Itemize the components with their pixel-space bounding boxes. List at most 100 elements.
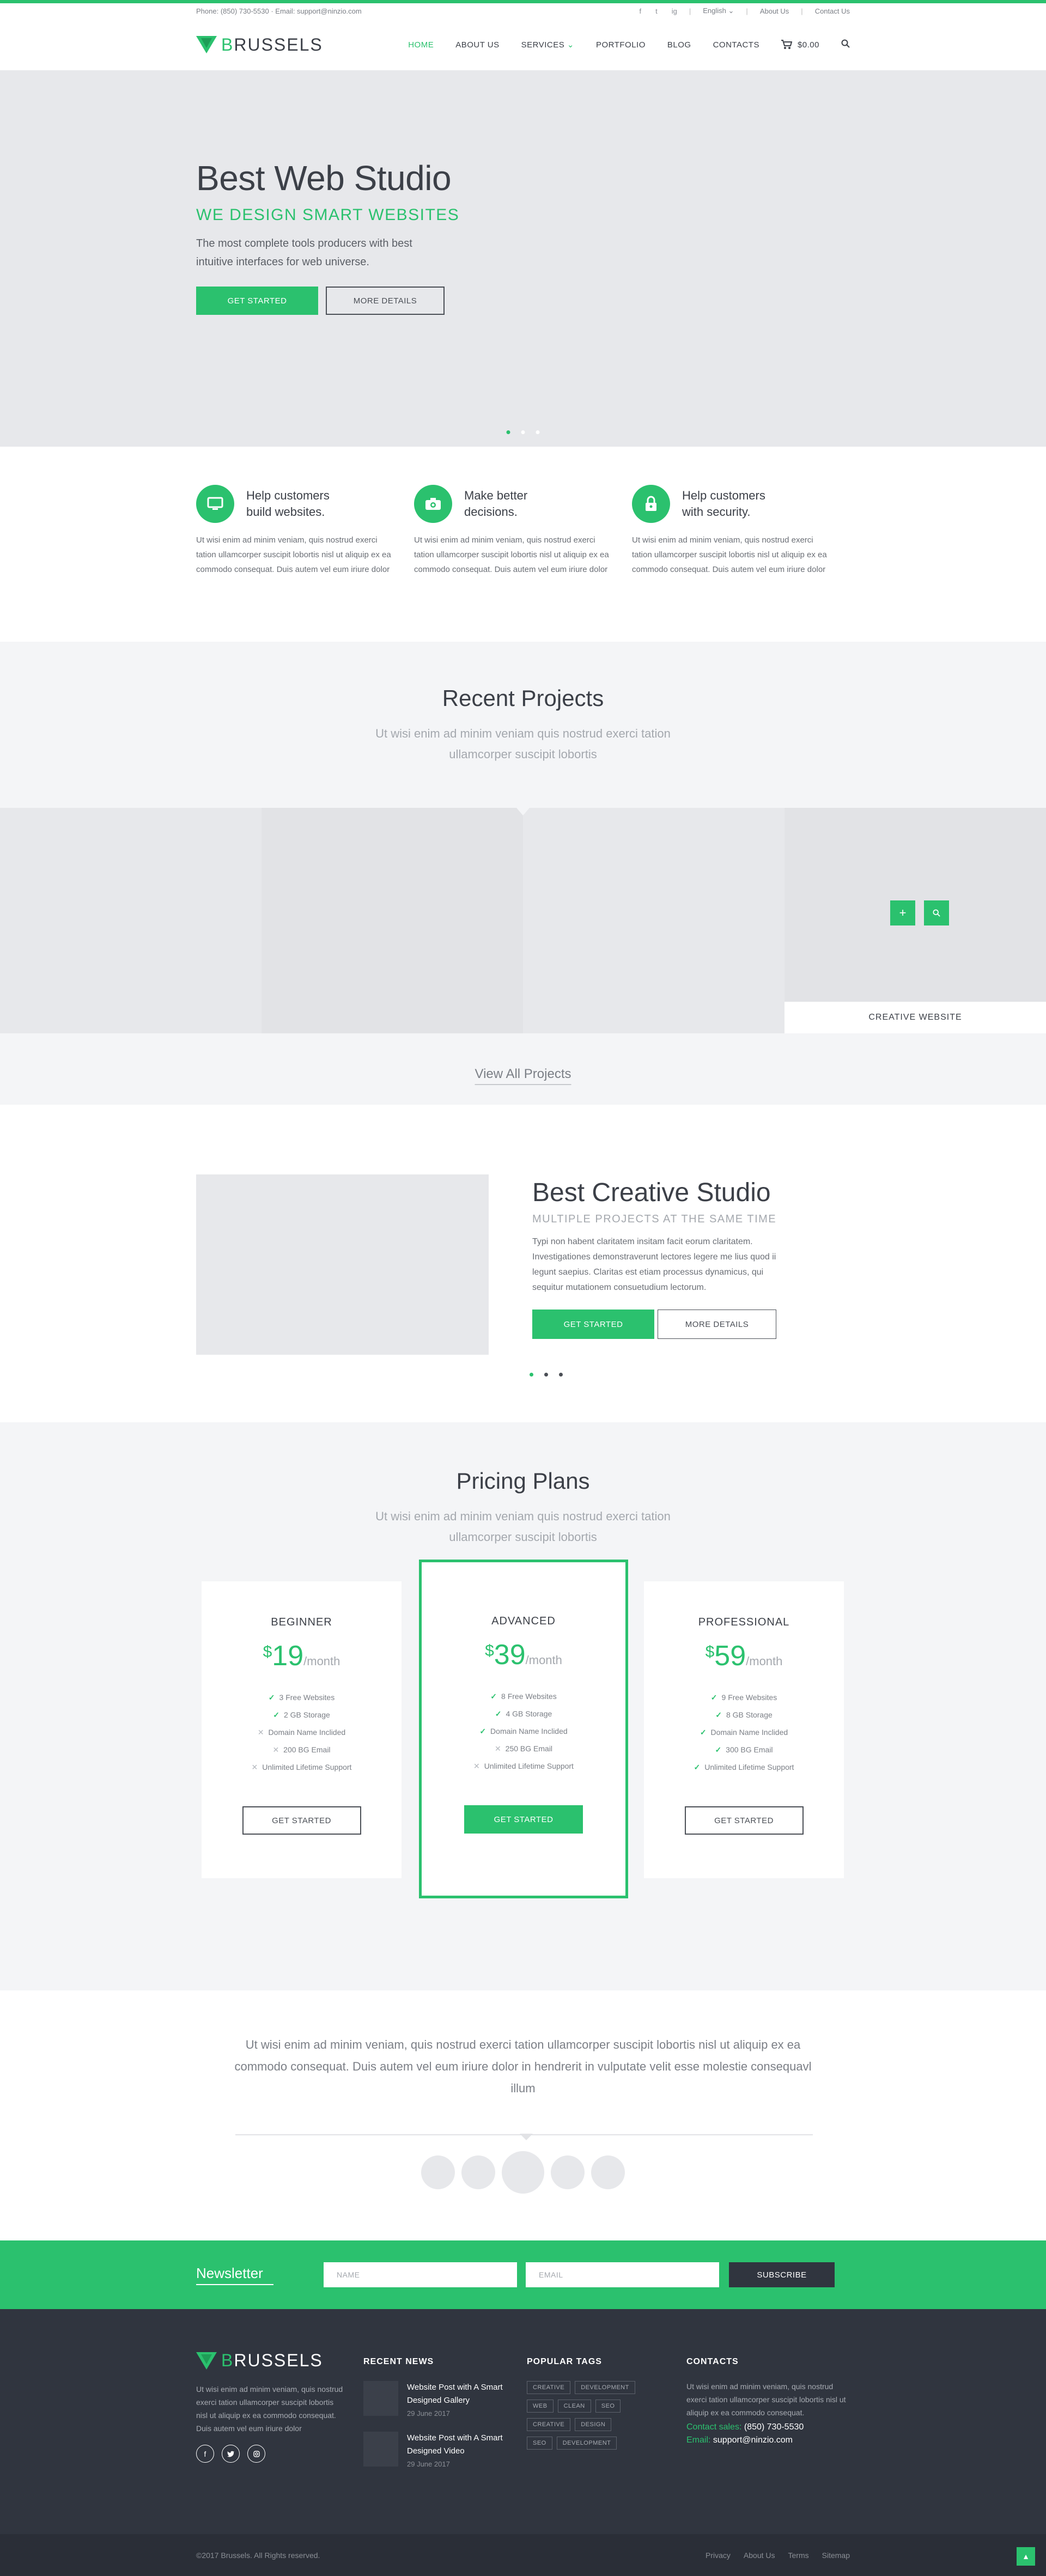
plan-feature: ✕ Unlimited Lifetime Support: [473, 1762, 574, 1770]
facebook-icon[interactable]: f: [196, 2445, 214, 2463]
chevron-down-icon: ⌄: [567, 40, 574, 50]
studio-subtitle: MULTIPLE PROJECTS AT THE SAME TIME: [532, 1213, 777, 1225]
tag[interactable]: WEB: [527, 2400, 554, 2413]
instagram-icon[interactable]: [247, 2445, 265, 2463]
plan-feature: ✓ 3 Free Websites: [268, 1693, 335, 1702]
studio-more-details-button[interactable]: MORE DETAILS: [658, 1310, 776, 1339]
topbar-about-link[interactable]: About Us: [760, 7, 789, 15]
project-item[interactable]: [262, 808, 523, 1033]
twitter-icon[interactable]: t: [655, 7, 658, 15]
language-select[interactable]: English ⌄: [703, 7, 734, 15]
footer-link-privacy[interactable]: Privacy: [706, 2551, 731, 2560]
tag[interactable]: DEVELOPMENT: [556, 2437, 617, 2450]
studio-pagination: [530, 1373, 563, 1377]
slider-dot[interactable]: [530, 1373, 533, 1377]
feature-title: Help customers with security.: [682, 489, 765, 519]
news-post[interactable]: Website Post with A Smart Designed Video…: [363, 2432, 527, 2468]
twitter-icon[interactable]: [222, 2445, 240, 2463]
hero-get-started-button[interactable]: GET STARTED: [196, 287, 318, 315]
search-icon: [841, 39, 850, 48]
plan-get-started-button[interactable]: GET STARTED: [464, 1805, 583, 1834]
slider-dot[interactable]: [521, 430, 525, 434]
studio-text: Typi non habent claritatem insitam facit…: [532, 1237, 776, 1292]
plan-feature: ✓ 300 BG Email: [715, 1745, 773, 1754]
facebook-icon[interactable]: f: [639, 7, 641, 15]
project-grid: + CREATIVE WEBSITE: [0, 808, 1046, 1033]
slider-dot[interactable]: [544, 1373, 548, 1377]
subscribe-button[interactable]: SUBSCRIBE: [729, 2262, 835, 2287]
tag[interactable]: SEO: [595, 2400, 621, 2413]
instagram-icon[interactable]: ig: [672, 7, 677, 15]
logo[interactable]: BRUSSELS: [196, 35, 323, 55]
cart-icon: [781, 40, 792, 49]
tag[interactable]: DESIGN: [575, 2418, 612, 2431]
post-title: Website Post with A Smart Designed Galle…: [407, 2383, 503, 2405]
nav-about[interactable]: ABOUT US: [455, 40, 499, 50]
feature-item: Help customers with security. Ut wisi en…: [632, 485, 850, 577]
back-to-top-button[interactable]: ▲: [1017, 2547, 1035, 2566]
feature-text: Ut wisi enim ad minim veniam, quis nostr…: [196, 535, 391, 574]
testimonial-text: Ut wisi enim ad minim veniam, quis nostr…: [234, 2038, 812, 2095]
tag[interactable]: SEO: [527, 2437, 552, 2450]
plan-get-started-button[interactable]: GET STARTED: [242, 1806, 361, 1835]
plan-features: ✓ 3 Free Websites ✓ 2 GB Storage ✕ Domain N…: [202, 1689, 402, 1776]
topbar-email[interactable]: Email: support@ninzio.com: [275, 7, 361, 15]
nav-contacts[interactable]: CONTACTS: [713, 40, 759, 50]
studio-get-started-button[interactable]: GET STARTED: [532, 1310, 654, 1339]
post-date: 29 June 2017: [407, 2460, 450, 2468]
nav-portfolio[interactable]: PORTFOLIO: [596, 40, 646, 50]
nav-services[interactable]: SERVICES ⌄: [521, 40, 574, 50]
feature-item: Help customers build websites. Ut wisi e…: [196, 485, 414, 577]
plan-get-started-button[interactable]: GET STARTED: [684, 1806, 804, 1835]
hero-more-details-button[interactable]: MORE DETAILS: [326, 287, 445, 315]
tag[interactable]: CREATIVE: [527, 2418, 571, 2431]
cross-icon: ✕: [473, 1762, 480, 1770]
topbar-contact-link[interactable]: Contact Us: [815, 7, 850, 15]
footer-logo[interactable]: BRUSSELS: [196, 2350, 363, 2371]
plan-feature: ✓ 8 GB Storage: [715, 1710, 773, 1719]
cross-icon: ✕: [251, 1763, 258, 1771]
avatar[interactable]: [421, 2155, 455, 2189]
plan-name: BEGINNER: [271, 1616, 332, 1628]
check-icon: ✓: [479, 1727, 486, 1735]
plus-icon[interactable]: +: [890, 900, 915, 925]
studio-image: [196, 1174, 489, 1355]
newsletter-name-input[interactable]: NAME: [324, 2262, 517, 2287]
nav-home[interactable]: HOME: [408, 40, 434, 50]
avatar[interactable]: [461, 2155, 495, 2189]
avatar-active[interactable]: [502, 2151, 544, 2194]
tag[interactable]: CLEAN: [557, 2400, 591, 2413]
project-item[interactable]: [516, 808, 784, 1033]
features: Help customers build websites. Ut wisi e…: [0, 447, 1046, 642]
search-button[interactable]: [841, 39, 850, 50]
project-item[interactable]: [0, 808, 262, 1033]
slider-dot[interactable]: [506, 430, 510, 434]
post-thumbnail: [363, 2381, 398, 2416]
avatar[interactable]: [551, 2155, 585, 2189]
newsletter-email-input[interactable]: EMAIL: [526, 2262, 719, 2287]
check-icon: ✓: [700, 1728, 707, 1737]
tag[interactable]: CREATIVE: [527, 2381, 571, 2394]
project-caption[interactable]: CREATIVE WEBSITE: [784, 1002, 1046, 1033]
nav-blog[interactable]: BLOG: [667, 40, 691, 50]
tag[interactable]: DEVELOPMENT: [575, 2381, 635, 2394]
divider: [235, 2134, 813, 2140]
footer-link-about[interactable]: About Us: [744, 2551, 775, 2560]
view-all-projects-link[interactable]: View All Projects: [475, 1067, 571, 1085]
plan-price: $39/month: [485, 1639, 562, 1671]
cart-button[interactable]: $0.00: [781, 40, 819, 50]
slider-dot[interactable]: [559, 1373, 563, 1377]
hero-slider: Best Web Studio WE DESIGN SMART WEBSITES…: [0, 71, 1046, 447]
project-item-hovered[interactable]: + CREATIVE WEBSITE: [784, 808, 1046, 1033]
pricing-plans: Pricing Plans Ut wisi enim ad minim veni…: [0, 1422, 1046, 1990]
search-icon[interactable]: [924, 900, 949, 925]
check-icon: ✓: [694, 1763, 701, 1771]
chevron-down-icon: ⌄: [728, 7, 734, 15]
hero-subtitle: WE DESIGN SMART WEBSITES: [196, 206, 460, 224]
news-post[interactable]: Website Post with A Smart Designed Galle…: [363, 2381, 527, 2417]
slider-dot[interactable]: [536, 430, 540, 434]
avatar[interactable]: [591, 2155, 625, 2189]
footer-link-sitemap[interactable]: Sitemap: [822, 2551, 850, 2560]
footer-link-terms[interactable]: Terms: [788, 2551, 809, 2560]
monitor-icon: [196, 485, 234, 523]
